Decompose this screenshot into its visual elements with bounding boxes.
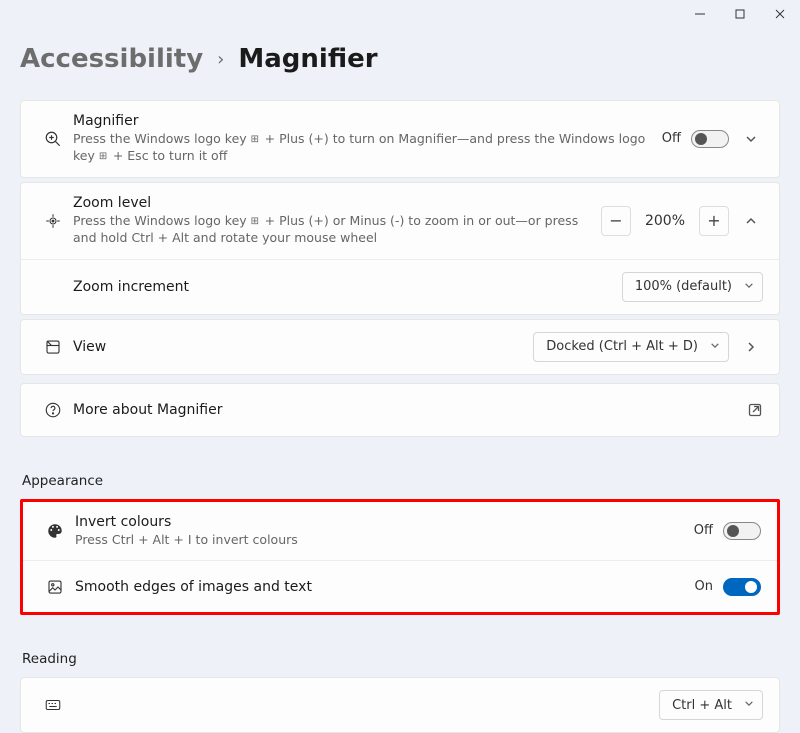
more-about-row[interactable]: More about Magnifier: [21, 384, 779, 436]
windows-logo-icon: ⊞: [251, 133, 261, 147]
reading-shortcuts-row[interactable]: Ctrl + Alt: [21, 678, 779, 732]
smooth-edges-row: Smooth edges of images and text On: [23, 560, 777, 612]
breadcrumb-parent[interactable]: Accessibility: [20, 44, 203, 74]
page-title: Magnifier: [238, 44, 377, 74]
image-icon: [35, 578, 75, 596]
view-value: Docked (Ctrl + Alt + D): [546, 339, 698, 354]
invert-colours-row: Invert colours Press Ctrl + Alt + I to i…: [23, 502, 777, 561]
chevron-down-icon: [710, 339, 720, 354]
chevron-right-icon: ›: [217, 49, 224, 70]
close-button[interactable]: [760, 0, 800, 28]
appearance-group-highlighted: Invert colours Press Ctrl + Alt + I to i…: [20, 499, 780, 616]
zoom-increment-title: Zoom increment: [73, 279, 622, 295]
magnifier-title: Magnifier: [73, 113, 662, 129]
reading-card: Ctrl + Alt: [20, 677, 780, 733]
view-title: View: [73, 339, 533, 355]
invert-colours-toggle[interactable]: [723, 522, 761, 540]
magnifier-subtitle: Press the Windows logo key ⊞ + Plus (+) …: [73, 131, 662, 165]
zoom-increment-row: Zoom increment 100% (default): [21, 259, 779, 314]
magnifier-toggle[interactable]: [691, 130, 729, 148]
zoom-decrement-button[interactable]: −: [601, 206, 631, 236]
view-card: View Docked (Ctrl + Alt + D): [20, 319, 780, 375]
chevron-down-icon: [744, 279, 754, 294]
invert-colours-subtitle: Press Ctrl + Alt + I to invert colours: [75, 532, 694, 549]
view-row[interactable]: View Docked (Ctrl + Alt + D): [21, 320, 779, 374]
more-about-title: More about Magnifier: [73, 402, 747, 418]
magnifier-state-label: Off: [662, 131, 681, 146]
zoom-level-row: Zoom level Press the Windows logo key ⊞ …: [21, 183, 779, 259]
appearance-section-label: Appearance: [22, 473, 780, 489]
more-about-card: More about Magnifier: [20, 383, 780, 437]
breadcrumb: Accessibility › Magnifier: [20, 44, 780, 74]
chevron-down-icon: [744, 698, 754, 713]
zoom-increment-dropdown[interactable]: 100% (default): [622, 272, 763, 302]
windows-logo-icon: ⊞: [251, 215, 261, 229]
zoom-card: Zoom level Press the Windows logo key ⊞ …: [20, 182, 780, 315]
zoom-increment-button[interactable]: +: [699, 206, 729, 236]
zoom-value: 200%: [641, 213, 689, 229]
view-expand-button[interactable]: [739, 335, 763, 359]
window-controls: [680, 0, 800, 28]
zoom-level-subtitle: Press the Windows logo key ⊞ + Plus (+) …: [73, 213, 601, 247]
expand-magnifier-button[interactable]: [739, 127, 763, 151]
reading-section-label: Reading: [22, 651, 780, 667]
collapse-zoom-button[interactable]: [739, 209, 763, 233]
keyboard-icon: [33, 696, 73, 714]
smooth-edges-title: Smooth edges of images and text: [75, 579, 695, 595]
magnifier-row[interactable]: Magnifier Press the Windows logo key ⊞ +…: [21, 101, 779, 177]
palette-icon: [35, 522, 75, 540]
reading-shortcut-value: Ctrl + Alt: [672, 698, 732, 713]
view-dropdown[interactable]: Docked (Ctrl + Alt + D): [533, 332, 729, 362]
zoom-target-icon: [33, 212, 73, 230]
external-link-icon: [747, 402, 763, 418]
smooth-edges-toggle[interactable]: [723, 578, 761, 596]
invert-colours-state-label: Off: [694, 523, 713, 538]
windows-logo-icon: ⊞: [99, 150, 109, 164]
help-icon: [33, 401, 73, 419]
magnifier-card: Magnifier Press the Windows logo key ⊞ +…: [20, 100, 780, 178]
zoom-level-title: Zoom level: [73, 195, 601, 211]
smooth-edges-state-label: On: [695, 579, 713, 594]
magnifier-plus-icon: [33, 130, 73, 148]
minimize-button[interactable]: [680, 0, 720, 28]
reading-shortcut-dropdown[interactable]: Ctrl + Alt: [659, 690, 763, 720]
zoom-increment-value: 100% (default): [635, 279, 732, 294]
maximize-button[interactable]: [720, 0, 760, 28]
invert-colours-title: Invert colours: [75, 514, 694, 530]
view-icon: [33, 338, 73, 356]
